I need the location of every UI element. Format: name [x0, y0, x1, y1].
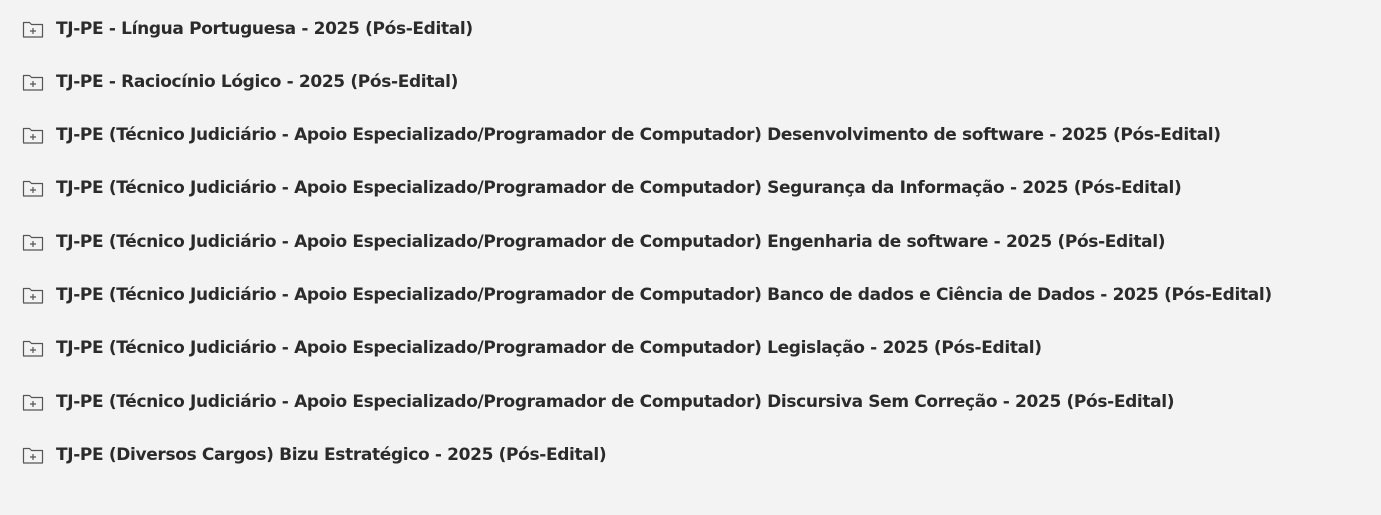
- folder-plus-icon[interactable]: [22, 285, 44, 305]
- folder-plus-icon[interactable]: [22, 392, 44, 412]
- folder-plus-icon[interactable]: [22, 19, 44, 39]
- folder-label: TJ-PE (Técnico Judiciário - Apoio Especi…: [56, 338, 1042, 358]
- folder-label: TJ-PE (Técnico Judiciário - Apoio Especi…: [56, 392, 1175, 412]
- folder-item[interactable]: TJ-PE - Língua Portuguesa - 2025 (Pós-Ed…: [22, 16, 473, 42]
- folder-plus-icon[interactable]: [22, 232, 44, 252]
- folder-plus-icon[interactable]: [22, 338, 44, 358]
- folder-item[interactable]: TJ-PE (Técnico Judiciário - Apoio Especi…: [22, 175, 1182, 201]
- folder-item[interactable]: TJ-PE (Técnico Judiciário - Apoio Especi…: [22, 389, 1175, 415]
- folder-plus-icon[interactable]: [22, 72, 44, 92]
- folder-label: TJ-PE - Raciocínio Lógico - 2025 (Pós-Ed…: [56, 72, 459, 92]
- folder-item[interactable]: TJ-PE (Técnico Judiciário - Apoio Especi…: [22, 282, 1272, 308]
- folder-item[interactable]: TJ-PE (Diversos Cargos) Bizu Estratégico…: [22, 442, 607, 468]
- folder-label: TJ-PE (Técnico Judiciário - Apoio Especi…: [56, 232, 1166, 252]
- folder-plus-icon[interactable]: [22, 178, 44, 198]
- folder-label: TJ-PE (Técnico Judiciário - Apoio Especi…: [56, 178, 1182, 198]
- folder-plus-icon[interactable]: [22, 445, 44, 465]
- folder-label: TJ-PE - Língua Portuguesa - 2025 (Pós-Ed…: [56, 19, 473, 39]
- folder-plus-icon[interactable]: [22, 125, 44, 145]
- folder-item[interactable]: TJ-PE (Técnico Judiciário - Apoio Especi…: [22, 229, 1165, 255]
- folder-label: TJ-PE (Técnico Judiciário - Apoio Especi…: [56, 285, 1272, 305]
- folder-label: TJ-PE (Diversos Cargos) Bizu Estratégico…: [56, 445, 607, 465]
- folder-item[interactable]: TJ-PE (Técnico Judiciário - Apoio Especi…: [22, 122, 1221, 148]
- folder-item[interactable]: TJ-PE - Raciocínio Lógico - 2025 (Pós-Ed…: [22, 69, 458, 95]
- folder-label: TJ-PE (Técnico Judiciário - Apoio Especi…: [56, 125, 1221, 145]
- folder-item[interactable]: TJ-PE (Técnico Judiciário - Apoio Especi…: [22, 335, 1042, 361]
